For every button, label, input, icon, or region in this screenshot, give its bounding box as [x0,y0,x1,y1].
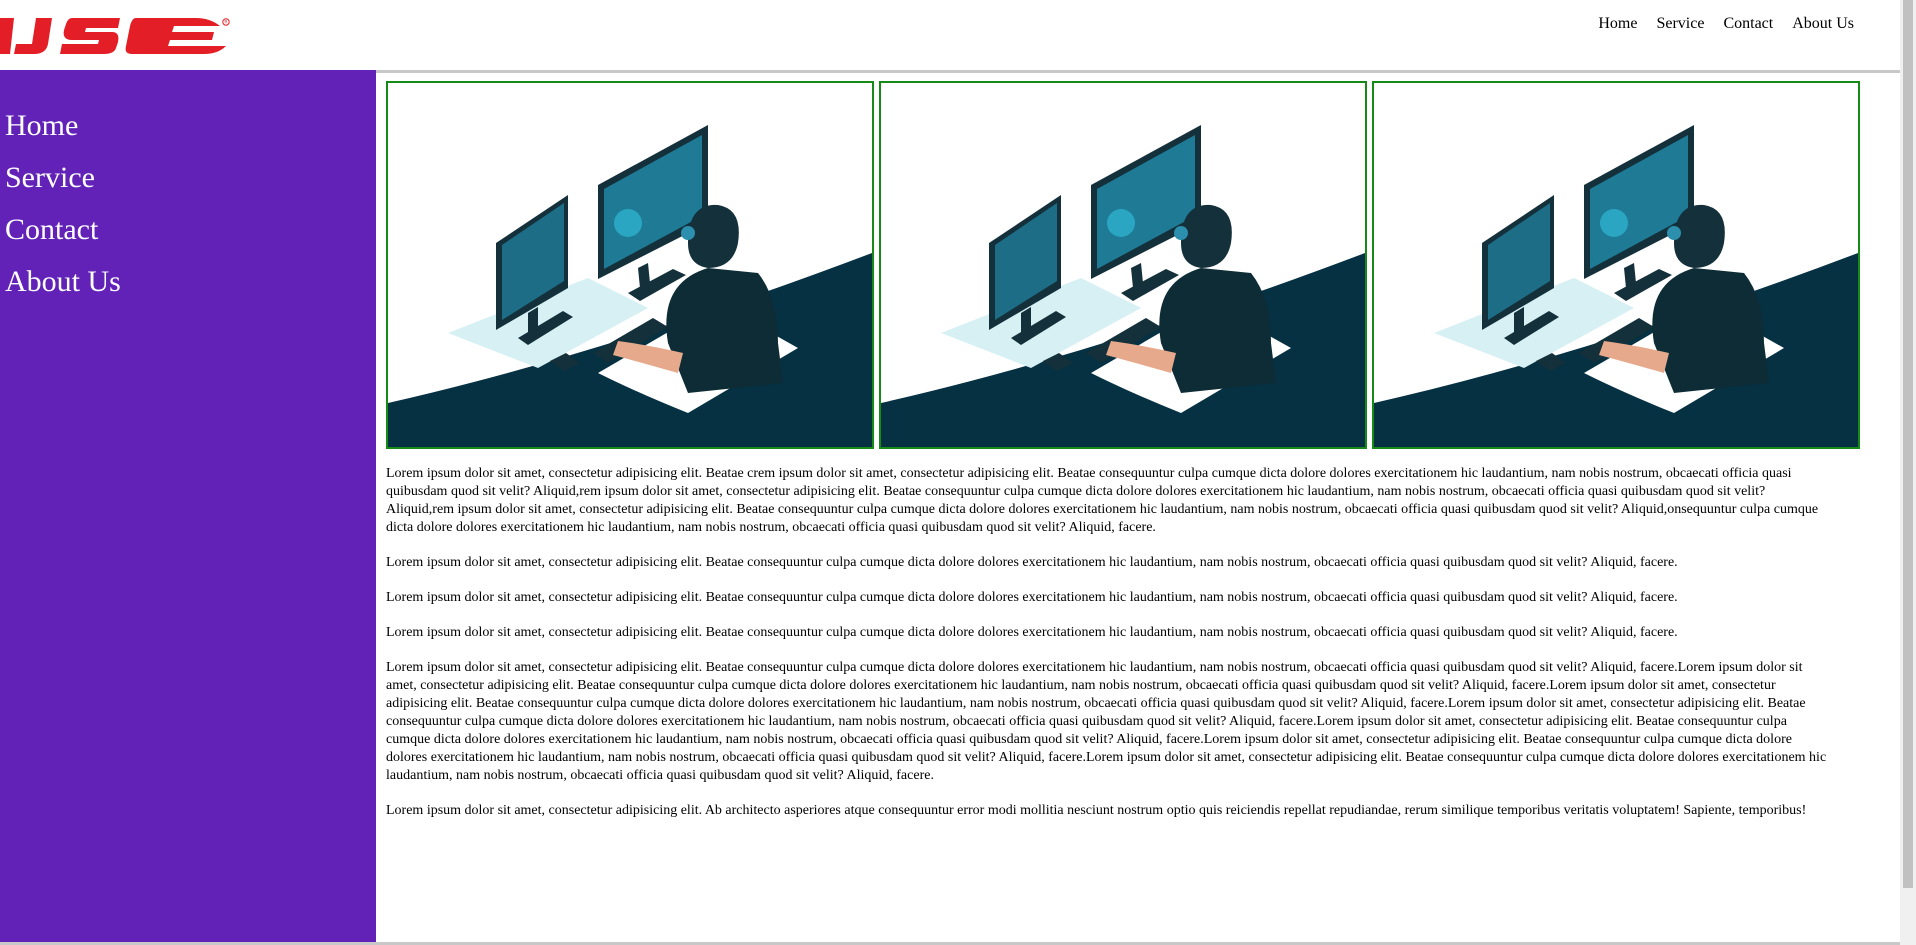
sidebar-nav: Home Service Contact About Us [0,70,376,308]
sidebar-item-home[interactable]: Home [5,100,376,152]
image-gallery [386,81,1860,449]
developer-at-computer-illustration [881,83,1365,447]
top-nav-about-us[interactable]: About Us [1792,15,1854,33]
developer-at-computer-illustration [1374,83,1858,447]
sidebar: Home Service Contact About Us [0,70,376,945]
content-paragraph: Lorem ipsum dolor sit amet, consectetur … [386,466,1819,535]
svg-text:R: R [224,20,227,26]
sidebar-item-service[interactable]: Service [5,152,376,204]
text-content: Lorem ipsum dolor sit amet, consectetur … [386,465,1831,820]
content-paragraph: Lorem ipsum dolor sit amet, consectetur … [386,660,1827,783]
scrollbar-thumb[interactable] [1903,0,1913,888]
content-paragraph: Lorem ipsum dolor sit amet, consectetur … [386,625,1678,640]
sidebar-item-contact[interactable]: Contact [5,204,376,256]
gallery-card [879,81,1367,449]
sidebar-item-about-us[interactable]: About Us [5,256,376,308]
top-header: R Home Service Contact About Us [0,0,1900,73]
top-nav-service[interactable]: Service [1656,15,1704,33]
developer-at-computer-illustration [388,83,872,447]
top-nav-home[interactable]: Home [1598,15,1637,33]
gallery-card [1372,81,1860,449]
content-paragraph: Lorem ipsum dolor sit amet, consectetur … [386,803,1807,818]
main-content: Lorem ipsum dolor sit amet, consectetur … [386,81,1860,837]
gallery-card [386,81,874,449]
page: R Home Service Contact About Us Home Ser… [0,0,1916,945]
top-nav-contact[interactable]: Contact [1723,15,1773,33]
ijse-logo[interactable]: R [0,10,232,56]
vertical-scrollbar[interactable] [1900,0,1916,945]
top-nav: Home Service Contact About Us [1579,15,1854,33]
content-paragraph: Lorem ipsum dolor sit amet, consectetur … [386,590,1678,605]
content-paragraph: Lorem ipsum dolor sit amet, consectetur … [386,555,1678,570]
